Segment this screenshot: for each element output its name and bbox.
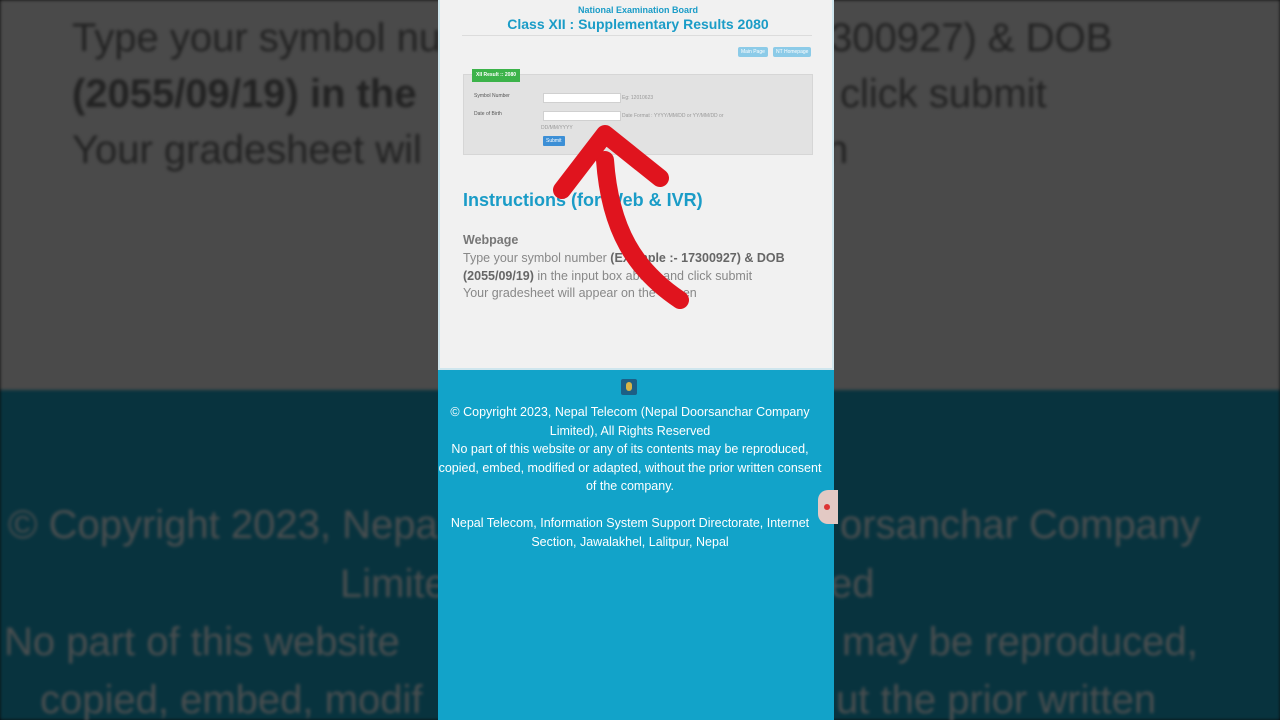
address-text: Nepal Telecom, Information System Suppor… bbox=[450, 516, 810, 549]
webpage-heading: Webpage bbox=[463, 233, 519, 247]
copyright-text: © Copyright 2023, Nepal Telecom (Nepal D… bbox=[450, 405, 810, 438]
notice-text: No part of this website or any of its co… bbox=[438, 442, 822, 493]
site-footer: © Copyright 2023, Nepal Telecom (Nepal D… bbox=[438, 370, 834, 720]
board-name: National Examination Board bbox=[577, 5, 699, 15]
red-arrow-annotation bbox=[553, 125, 689, 309]
main-page-button[interactable]: Main Page bbox=[738, 47, 768, 57]
nt-homepage-button[interactable]: NT Homepage bbox=[773, 47, 812, 57]
screen: Type your symbol nu 300927) & DOB (2055/… bbox=[0, 0, 1280, 720]
dob-hint: Date Format : YYYY/MM/DD or YY/MM/DD or bbox=[622, 113, 724, 119]
page-title: Class XII : Supplementary Results 2080 bbox=[507, 16, 769, 32]
form-tag: XII Result :: 2080 bbox=[472, 69, 521, 82]
nepal-telecom-logo-icon bbox=[621, 379, 637, 395]
symbol-number-label: Symbol Number bbox=[474, 93, 510, 99]
phone-screen: National Examination Board Class XII : S… bbox=[438, 0, 834, 720]
symbol-number-input[interactable] bbox=[543, 93, 621, 103]
symbol-number-hint: Eg: 12010623 bbox=[622, 95, 654, 101]
dob-label: Date of Birth bbox=[474, 111, 502, 117]
divider bbox=[462, 35, 812, 36]
floating-record-button[interactable] bbox=[818, 490, 838, 524]
